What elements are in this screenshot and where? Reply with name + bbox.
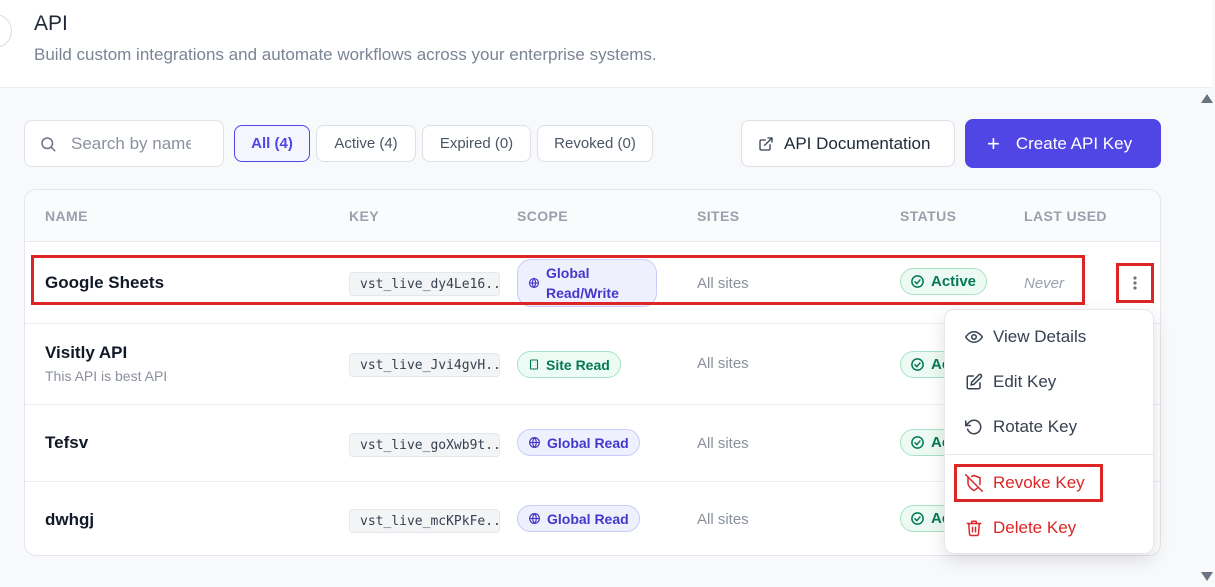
menu-item-label: Revoke Key bbox=[993, 473, 1085, 492]
menu-item-rotate-key[interactable]: Rotate Key bbox=[945, 407, 1153, 447]
key-name: Google Sheets bbox=[45, 273, 165, 292]
menu-item-label: Edit Key bbox=[993, 372, 1057, 391]
scope-label: Global Read/Write bbox=[546, 265, 619, 301]
vertical-scrollbar[interactable] bbox=[1200, 88, 1215, 587]
filter-all-tab[interactable]: All (4) bbox=[234, 125, 310, 162]
scroll-down-arrow-icon[interactable] bbox=[1201, 572, 1213, 581]
create-api-key-label: Create API Key bbox=[1015, 133, 1133, 153]
check-circle-icon bbox=[910, 357, 925, 372]
row-actions-menu: View Details Edit Key Rotate Key Revoke … bbox=[944, 309, 1154, 554]
column-header-last-used: LAST USED bbox=[1024, 208, 1107, 224]
column-header-sites: SITES bbox=[697, 208, 740, 224]
menu-item-delete-key[interactable]: Delete Key bbox=[945, 508, 1153, 548]
row-actions-button[interactable] bbox=[1116, 263, 1154, 303]
last-used-value: Never bbox=[1024, 275, 1065, 292]
trash-icon bbox=[965, 519, 983, 537]
sites-value: All sites bbox=[697, 435, 749, 452]
back-button[interactable] bbox=[0, 14, 12, 48]
menu-item-edit-key[interactable]: Edit Key bbox=[945, 362, 1153, 402]
column-header-scope: SCOPE bbox=[517, 208, 569, 224]
menu-item-label: Rotate Key bbox=[993, 417, 1078, 436]
external-link-icon bbox=[758, 136, 774, 152]
api-documentation-button[interactable]: API Documentation bbox=[741, 120, 955, 167]
page-title: API bbox=[34, 12, 68, 35]
status-badge: Active bbox=[900, 268, 988, 295]
create-api-key-button[interactable]: + Create API Key bbox=[965, 119, 1161, 168]
page-header: API Build custom integrations and automa… bbox=[0, 0, 1212, 88]
column-header-key: KEY bbox=[349, 208, 379, 224]
scope-badge: Global Read bbox=[517, 429, 640, 456]
menu-item-revoke-key[interactable]: Revoke Key bbox=[945, 463, 1153, 503]
shield-off-icon bbox=[965, 474, 983, 492]
check-circle-icon bbox=[910, 274, 925, 289]
key-name: Tefsv bbox=[45, 433, 89, 452]
plus-icon: + bbox=[987, 130, 1000, 156]
scope-label: Global Read bbox=[547, 510, 629, 527]
search-input[interactable] bbox=[71, 133, 191, 154]
api-documentation-label: API Documentation bbox=[784, 133, 931, 153]
table-header: NAME KEY SCOPE SITES STATUS LAST USED bbox=[25, 190, 1160, 242]
scope-label: Site Read bbox=[546, 356, 610, 373]
page-subtitle: Build custom integrations and automate w… bbox=[34, 45, 657, 64]
key-name: dwhgj bbox=[45, 510, 95, 529]
edit-icon bbox=[965, 373, 983, 391]
check-circle-icon bbox=[910, 511, 925, 526]
search-icon bbox=[39, 135, 57, 153]
sites-value: All sites bbox=[697, 275, 749, 292]
key-description: This API is best API bbox=[45, 368, 168, 384]
menu-item-label: Delete Key bbox=[993, 518, 1077, 537]
search-box[interactable] bbox=[24, 120, 224, 167]
more-vertical-icon bbox=[1133, 276, 1137, 290]
scope-badge: Global Read bbox=[517, 505, 640, 532]
column-header-name: NAME bbox=[45, 208, 88, 224]
filter-expired-tab[interactable]: Expired (0) bbox=[422, 125, 531, 162]
filter-revoked-tab[interactable]: Revoked (0) bbox=[537, 125, 653, 162]
sites-value: All sites bbox=[697, 355, 749, 372]
scroll-up-arrow-icon[interactable] bbox=[1201, 94, 1213, 103]
status-label: Active bbox=[931, 273, 977, 290]
filter-active-tab[interactable]: Active (4) bbox=[316, 125, 416, 162]
api-key-value: vst_live_mcKPkFe... bbox=[349, 509, 500, 533]
eye-icon bbox=[965, 328, 983, 346]
menu-item-label: View Details bbox=[993, 327, 1087, 346]
building-icon bbox=[528, 358, 540, 371]
rotate-icon bbox=[965, 418, 983, 436]
api-key-value: vst_live_goXwb9t... bbox=[349, 433, 500, 457]
column-header-status: STATUS bbox=[900, 208, 957, 224]
scope-label: Global Read bbox=[547, 434, 629, 451]
globe-icon bbox=[528, 277, 540, 289]
scope-badge: Global Read/Write bbox=[517, 259, 657, 307]
key-name: Visitly API bbox=[45, 343, 128, 362]
menu-item-view-details[interactable]: View Details bbox=[945, 317, 1153, 357]
globe-icon bbox=[528, 512, 541, 525]
api-key-value: vst_live_dy4Le16... bbox=[349, 272, 500, 296]
sites-value: All sites bbox=[697, 511, 749, 528]
check-circle-icon bbox=[910, 435, 925, 450]
scope-badge: Site Read bbox=[517, 351, 621, 378]
globe-icon bbox=[528, 436, 541, 449]
menu-divider bbox=[945, 454, 1153, 455]
api-key-value: vst_live_Jvi4gvH... bbox=[349, 353, 500, 377]
